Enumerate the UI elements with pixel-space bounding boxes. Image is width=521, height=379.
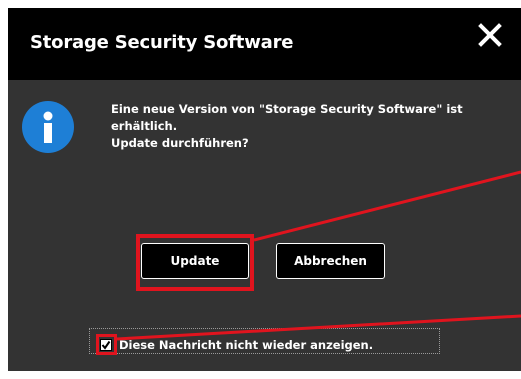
dialog-titlebar: Storage Security Software: [8, 8, 521, 80]
update-dialog: Storage Security Software: [8, 8, 521, 371]
message-line-3: Update durchführen?: [111, 136, 249, 150]
close-icon: [478, 23, 502, 47]
update-message: Eine neue Version von "Storage Security …: [111, 101, 506, 152]
cancel-button[interactable]: Abbrechen: [276, 243, 385, 279]
dialog-title: Storage Security Software: [30, 32, 294, 53]
message-line-1: Eine neue Version von "Storage Security …: [111, 102, 463, 116]
dont-show-again-checkbox[interactable]: [100, 339, 112, 351]
checkmark-icon: [101, 340, 111, 350]
message-line-2: erhältlich.: [111, 119, 178, 133]
dont-show-again-label: Diese Nachricht nicht wieder anzeigen.: [119, 338, 374, 352]
close-button[interactable]: [474, 16, 506, 52]
info-icon: [22, 101, 74, 153]
update-button[interactable]: Update: [141, 243, 249, 279]
